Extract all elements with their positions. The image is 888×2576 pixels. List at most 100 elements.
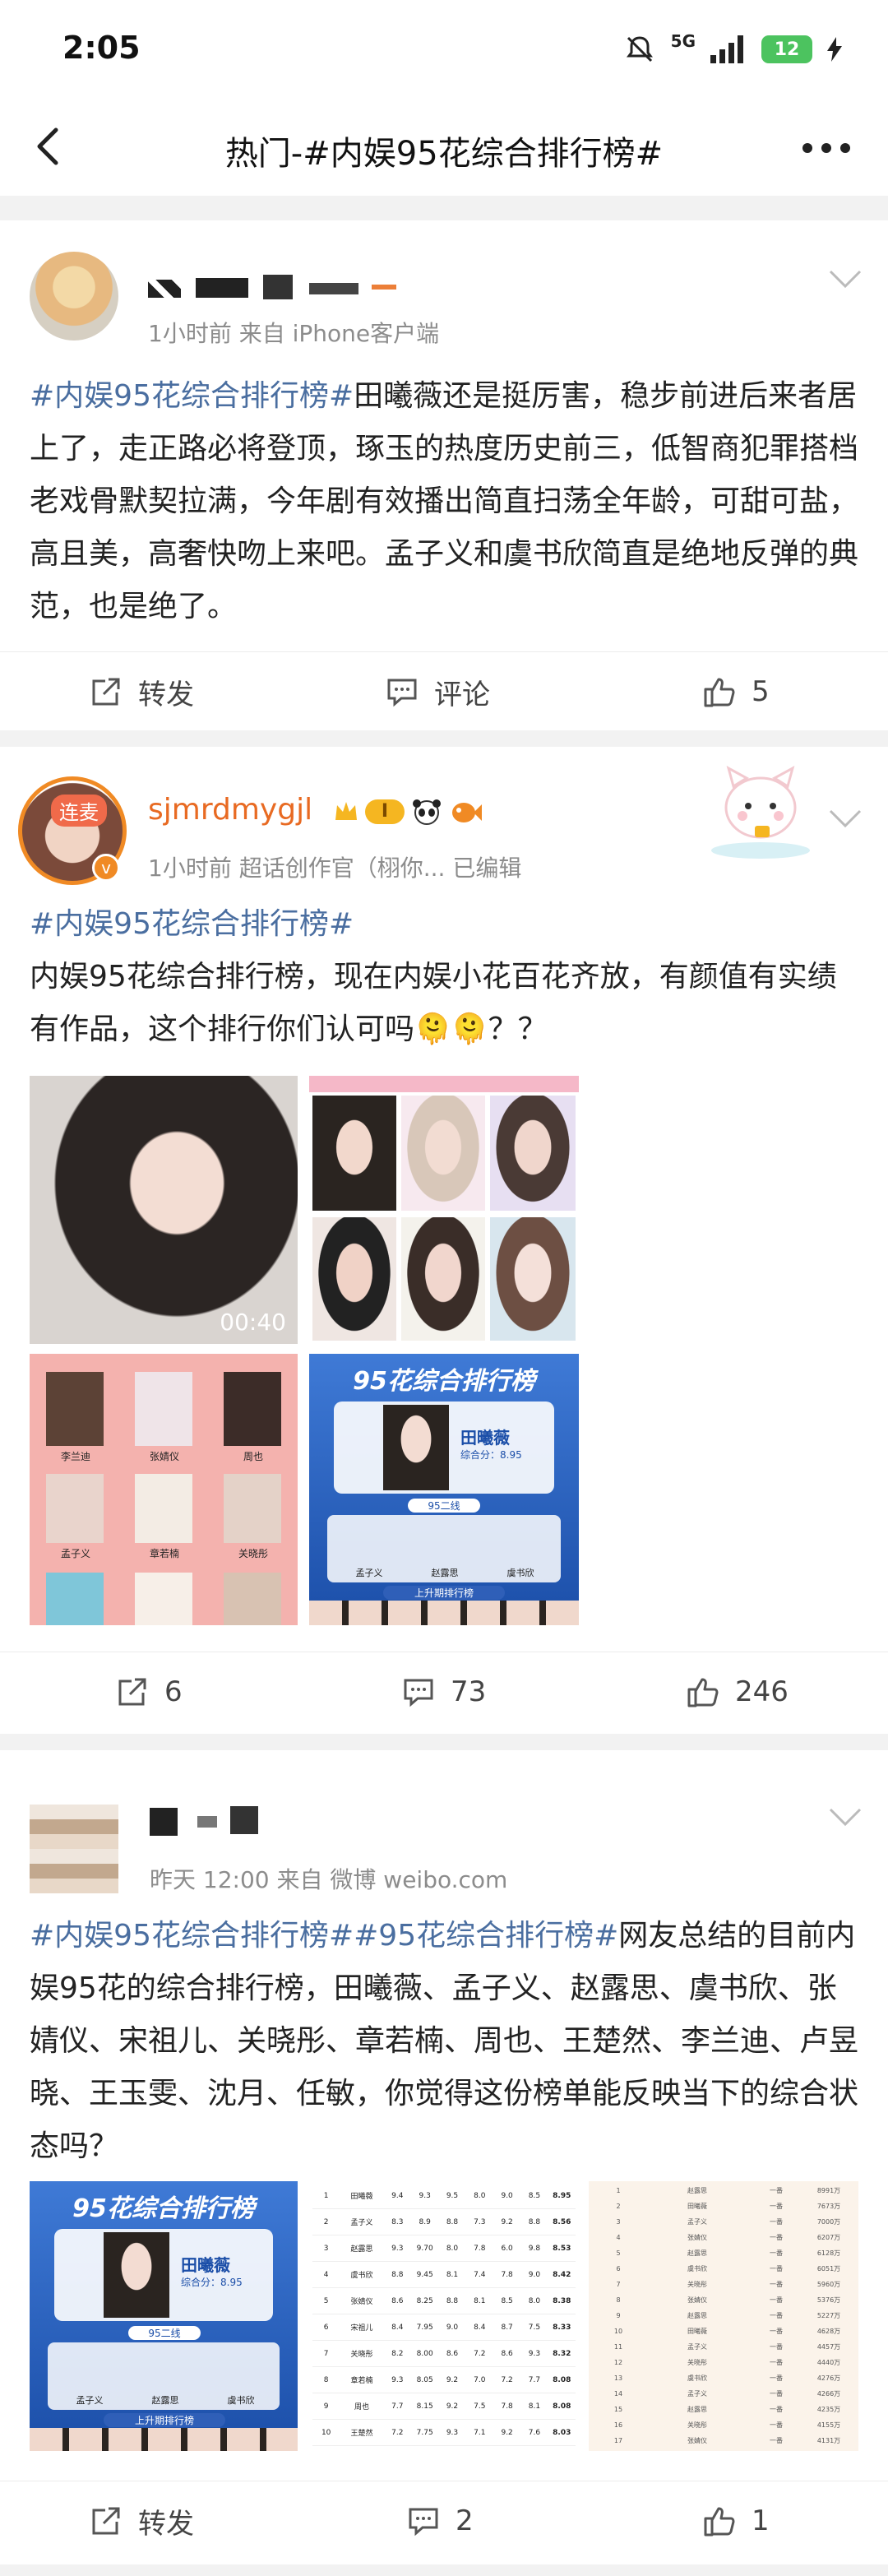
list-table-cell: 田曦薇 [687, 2328, 707, 2335]
score-table-row: 2 孟子义 8.3 8.9 8.8 7.3 9.2 8.8 8.56 [312, 2209, 576, 2235]
list-table-row: 6 虞书欣 一番 6051万 [592, 2261, 855, 2277]
avatar[interactable] [30, 1805, 118, 1893]
list-table-cell: 田曦薇 [687, 2203, 707, 2210]
collage-image[interactable] [309, 1076, 579, 1344]
list-table-cell: 关晓彤 [687, 2421, 707, 2429]
list-table-cell: 一番 [770, 2390, 783, 2398]
chevron-down-icon[interactable] [827, 1805, 863, 1829]
list-table-cell: 7 [616, 2281, 621, 2288]
list-table-row: 15 赵露思 一番 4235万 [592, 2402, 855, 2417]
score-table-cell: 9.2 [446, 2375, 459, 2384]
level-badge: I [334, 798, 482, 826]
repost-button[interactable]: 转发 [89, 2481, 194, 2560]
score-table-cell: 8 [323, 2375, 329, 2384]
score-table-cell: 8.4 [474, 2323, 486, 2332]
ranking-footer: 上升期排行榜 [104, 2413, 225, 2427]
score-table-image[interactable]: 1 田曦薇 9.4 9.3 9.5 8.0 9.0 8.5 8.95 2 孟子义 8.3 8.9 8.8 7… [309, 2181, 579, 2451]
list-table-cell: 虞书欣 [687, 2374, 707, 2382]
list-table-cell: 张婧仪 [687, 2296, 707, 2304]
score-table-cell: 9.3 [419, 2191, 431, 2200]
repost-label: 转发 [138, 678, 194, 711]
video-thumbnail[interactable]: 00:40 [30, 1076, 298, 1344]
chevron-down-icon[interactable] [827, 266, 863, 291]
score-table-row: 10 王楚然 7.2 7.75 9.3 7.1 9.2 7.6 8.03 [312, 2420, 576, 2446]
username-masked[interactable] [148, 275, 419, 299]
comment-icon [409, 2508, 438, 2537]
like-count: 1 [752, 2504, 770, 2537]
score-table-cell: 8.05 [416, 2375, 433, 2384]
avatar[interactable] [30, 252, 118, 341]
hashtag-link[interactable]: #内娱95花综合排行榜# [30, 379, 354, 413]
ranking-tier: 95二线 [408, 1499, 480, 1513]
list-table-image[interactable]: 1 赵露思 一番 8991万 2 田曦薇 一番 7673万 3 孟子义 一番 7000万 4 张婧仪 一番 6… [589, 2181, 858, 2451]
score-table-cell: 8.08 [553, 2375, 571, 2384]
score-table-cell: 8.5 [501, 2296, 513, 2305]
list-table-cell: 7673万 [816, 2203, 841, 2210]
grid-image[interactable]: 李兰迪 张婧仪 周也 孟子义 章若楠 关晓彤 [30, 1354, 298, 1625]
grid-name: 李兰迪 [60, 1451, 90, 1462]
score-table-cell: 7.0 [474, 2375, 486, 2384]
score-table-cell: 9.3 [528, 2349, 541, 2358]
battery-indicator: 12 [761, 35, 812, 63]
comment-button[interactable]: 2 [406, 2481, 474, 2560]
list-table-cell: 关晓彤 [687, 2359, 707, 2366]
score-table-cell: 8.2 [391, 2349, 404, 2358]
action-bar: 转发 2 1 [0, 2481, 888, 2560]
score-table-cell: 9.45 [416, 2270, 433, 2279]
chevron-down-icon[interactable] [827, 806, 863, 831]
score-table-row: 8 章若楠 9.3 8.05 9.2 7.0 7.2 7.7 8.08 [312, 2367, 576, 2393]
page-title: 热门-#内娱95花综合排行榜# [224, 135, 664, 173]
like-button[interactable]: 5 [702, 652, 770, 731]
comment-button[interactable]: 评论 [385, 652, 490, 731]
list-table: 1 赵露思 一番 8991万 2 田曦薇 一番 7673万 3 孟子义 一番 7000万 4 张婧仪 一番 6… [592, 2183, 855, 2449]
ranking-image[interactable]: 95花综合排行榜 田曦薇 综合分：8.95 95二线 孟子义 赵露思 虞书欣 上… [30, 2181, 298, 2451]
video-duration: 00:40 [220, 1309, 286, 1336]
score-table-cell: 8.6 [391, 2296, 404, 2305]
list-table-cell: 一番 [770, 2249, 783, 2257]
share-icon [92, 2507, 120, 2535]
list-table-row: 5 赵露思 一番 6128万 [592, 2245, 855, 2261]
more-options-icon[interactable] [798, 123, 855, 173]
list-table-cell: 8991万 [816, 2187, 841, 2194]
repost-button[interactable]: 转发 [89, 652, 194, 731]
hashtag-link[interactable]: #内娱95花综合排行榜##95花综合排行榜# [30, 1919, 618, 1953]
list-table-cell: 一番 [770, 2359, 783, 2366]
score-table-cell: 8.8 [446, 2217, 459, 2226]
grid-name: 张婧仪 [149, 1451, 179, 1462]
score-table-cell: 8.7 [501, 2323, 513, 2332]
list-table-row: 8 张婧仪 一番 5376万 [592, 2292, 855, 2308]
list-table-row: 3 孟子义 一番 7000万 [592, 2214, 855, 2230]
list-table-cell: 5 [616, 2249, 621, 2257]
username-masked[interactable] [150, 1806, 273, 1837]
comment-icon [404, 1679, 433, 1707]
like-button[interactable]: 246 [686, 1652, 789, 1731]
list-table-cell: 一番 [770, 2203, 783, 2210]
username[interactable]: sjmrdmygjl [148, 793, 312, 827]
score-table-cell: 赵露思 [350, 2245, 373, 2254]
score-table-cell: 8.08 [553, 2402, 571, 2411]
list-table-cell: 一番 [770, 2265, 783, 2273]
score-table-cell: 9.3 [446, 2428, 459, 2437]
comment-button[interactable]: 73 [401, 1652, 486, 1731]
grid-name: 孟子义 [60, 1548, 90, 1559]
repost-button[interactable]: 6 [115, 1652, 183, 1731]
like-button[interactable]: 1 [702, 2481, 770, 2560]
score-table-cell: 9.0 [501, 2191, 513, 2200]
score-table-cell: 8.1 [474, 2296, 486, 2305]
ranking-top-name: 田曦薇 [181, 2255, 230, 2275]
repost-label: 转发 [138, 2507, 194, 2541]
ranking-top-name: 田曦薇 [460, 1428, 510, 1448]
post-text: #内娱95花综合排行榜#田曦薇还是挺厉害，稳步前进后来者居上了，走正路必将登顶，… [30, 370, 860, 633]
score-table-cell: 7.7 [528, 2375, 541, 2384]
post-body: 内娱95花综合排行榜，现在内娱小花百花齐放，有颜值有实绩有作品，这个排行你们认可… [30, 960, 837, 1046]
score-table-cell: 9.5 [446, 2191, 459, 2200]
ranking-image[interactable]: 95花综合排行榜 田曦薇 综合分：8.95 95二线 孟子义 赵露思 虞书欣 上… [309, 1354, 579, 1625]
hashtag-link[interactable]: #内娱95花综合排行榜# [30, 898, 860, 951]
post-card: 昨天 12:00 来自 微博 weibo.com #内娱95花综合排行榜##95… [0, 1750, 888, 2564]
score-table-cell: 宋祖儿 [350, 2324, 373, 2333]
list-table-row: 1 赵露思 一番 8991万 [592, 2183, 855, 2198]
list-table-cell: 张婧仪 [687, 2437, 707, 2444]
list-table-row: 17 张婧仪 一番 4131万 [592, 2433, 855, 2449]
comment-icon [387, 679, 417, 707]
score-table-cell: 4 [323, 2270, 329, 2279]
